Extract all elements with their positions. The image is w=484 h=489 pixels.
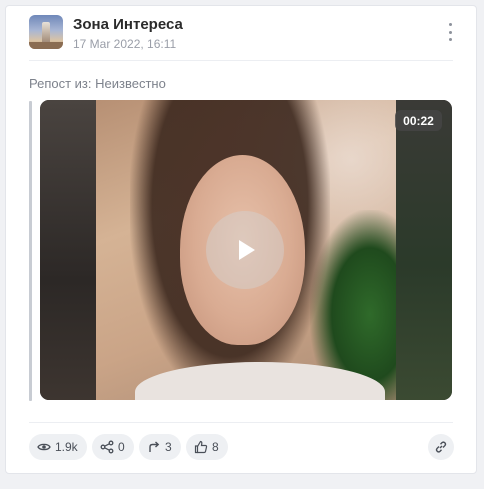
likes-counter[interactable]: 8 [186, 434, 228, 460]
video-player[interactable]: 00:22 [40, 100, 452, 400]
thumbs-up-icon [194, 440, 208, 454]
share-icon [100, 440, 114, 454]
play-icon [239, 240, 255, 260]
channel-name[interactable]: Зона Интереса [73, 16, 183, 33]
repost-label: Репост из: Неизвестно [29, 76, 166, 91]
more-options-button[interactable] [443, 22, 457, 42]
eye-icon [37, 443, 51, 451]
header-divider [29, 60, 453, 61]
repost-quote-bar [29, 101, 32, 401]
copy-link-button[interactable] [428, 434, 454, 460]
more-dot [448, 38, 452, 41]
channel-avatar[interactable] [29, 15, 63, 49]
forwards-counter[interactable]: 3 [139, 434, 181, 460]
more-vertical-icon [448, 23, 452, 26]
avatar-ground-shape [29, 42, 63, 49]
link-icon [435, 441, 447, 453]
shares-count: 0 [118, 440, 125, 454]
post-date: 17 Mar 2022, 16:11 [73, 37, 177, 51]
play-button[interactable] [206, 211, 284, 289]
views-counter[interactable]: 1.9k [29, 434, 87, 460]
video-blur-left [40, 100, 96, 400]
forwards-count: 3 [165, 440, 172, 454]
footer-divider [29, 422, 453, 423]
avatar-tower-shape [42, 22, 50, 44]
video-duration-badge: 00:22 [395, 110, 442, 131]
post-card: Зона Интереса 17 Mar 2022, 16:11 Репост … [5, 5, 477, 474]
forward-arrow-icon [149, 441, 160, 452]
more-dot [448, 30, 452, 34]
likes-count: 8 [212, 440, 219, 454]
views-count: 1.9k [55, 440, 78, 454]
video-blur-right [396, 100, 452, 400]
shares-counter[interactable]: 0 [92, 434, 134, 460]
